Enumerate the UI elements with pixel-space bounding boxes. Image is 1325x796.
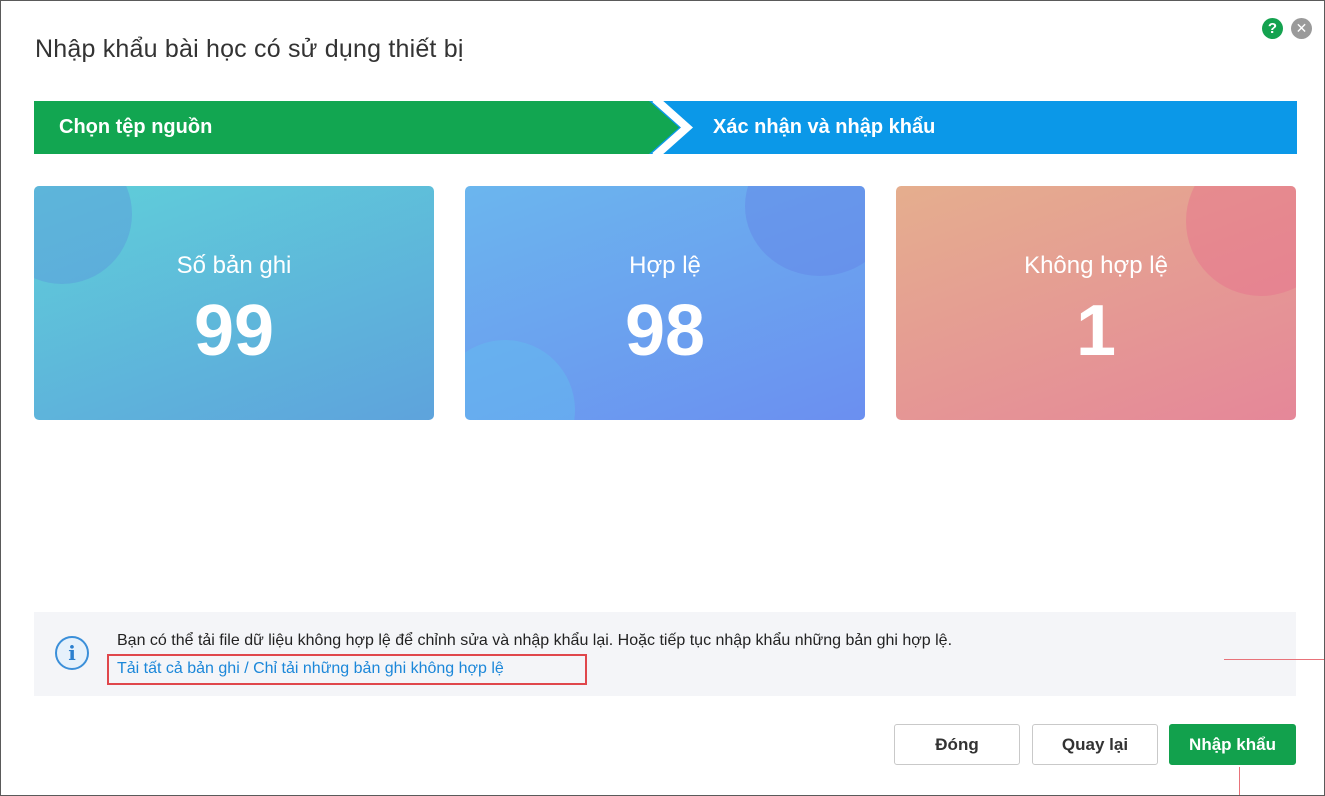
download-invalid-link[interactable]: Chỉ tải những bản ghi không hợp lệ — [253, 660, 504, 677]
valid-records-label: Hợp lệ — [629, 252, 701, 279]
valid-records-value: 98 — [624, 291, 706, 371]
invalid-records-card: Không hợp lệ 1 — [896, 186, 1296, 420]
annotation-line — [1239, 767, 1240, 795]
info-panel: i Bạn có thể tải file dữ liệu không hợp … — [34, 612, 1296, 696]
info-icon: i — [55, 636, 89, 670]
step-2-label: Xác nhận và nhập khẩu — [713, 116, 936, 138]
close-button[interactable]: Đóng — [894, 724, 1020, 765]
invalid-records-label: Không hợp lệ — [1024, 252, 1168, 279]
info-message: Bạn có thể tải file dữ liệu không hợp lệ… — [117, 632, 953, 649]
dialog-title: Nhập khẩu bài học có sử dụng thiết bị — [35, 35, 464, 63]
step-1-label: Chọn tệp nguồn — [59, 116, 213, 138]
total-records-value: 99 — [193, 291, 275, 371]
link-separator: / — [239, 660, 254, 677]
download-links: Tải tất cả bản ghi / Chỉ tải những bản g… — [117, 660, 504, 678]
annotation-line — [1224, 659, 1324, 660]
invalid-records-value: 1 — [1075, 291, 1117, 371]
total-records-card: Số bản ghi 99 — [34, 186, 434, 420]
back-button[interactable]: Quay lại — [1032, 724, 1158, 765]
stepper-background — [34, 101, 1297, 154]
close-icon[interactable]: ✕ — [1291, 18, 1312, 39]
total-records-label: Số bản ghi — [176, 252, 292, 279]
import-stepper: Chọn tệp nguồn Xác nhận và nhập khẩu — [34, 101, 1297, 154]
import-dialog: Nhập khẩu bài học có sử dụng thiết bị ? … — [0, 0, 1325, 796]
download-all-link[interactable]: Tải tất cả bản ghi — [117, 660, 240, 677]
import-button[interactable]: Nhập khẩu — [1169, 724, 1296, 765]
help-icon[interactable]: ? — [1262, 18, 1283, 39]
valid-records-card: Hợp lệ 98 — [465, 186, 865, 420]
